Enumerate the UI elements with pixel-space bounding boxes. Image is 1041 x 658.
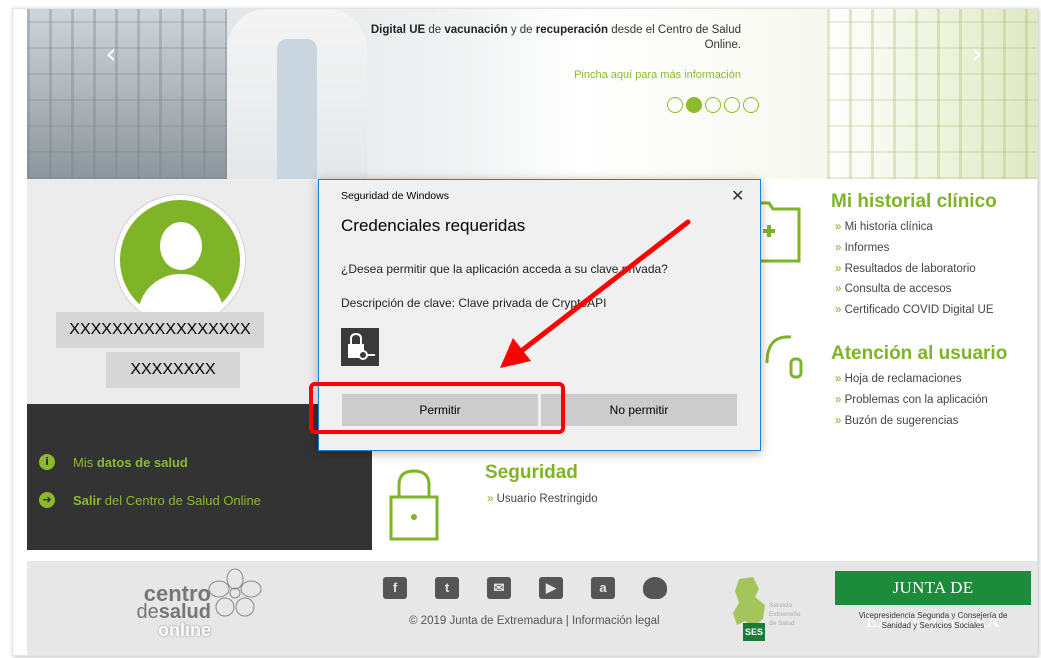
- footer: centro desalud online f t ✉ ▶ a © 2019 J…: [27, 561, 1037, 655]
- historial-link-historia[interactable]: Mi historia clínica: [835, 217, 994, 238]
- carousel-dots: [667, 97, 759, 113]
- avatar: [115, 195, 245, 325]
- ses-badge: SES: [743, 623, 765, 641]
- carousel-dot-5[interactable]: [743, 97, 759, 113]
- historial-links: Mi historia clínica Informes Resultados …: [835, 217, 994, 321]
- email-icon[interactable]: ✉: [487, 577, 511, 599]
- atencion-link-sugerencias[interactable]: Buzón de sugerencias: [835, 411, 988, 432]
- menu-item-logout[interactable]: ➜ Salir del Centro de Salud Online: [39, 492, 261, 508]
- info-icon: i: [39, 454, 55, 470]
- facebook-icon[interactable]: f: [383, 577, 407, 599]
- centro-salud-logo[interactable]: centro desalud online: [101, 583, 212, 640]
- seguridad-title: Seguridad: [485, 462, 578, 483]
- user-surname-redacted: XXXXXXXX: [106, 352, 240, 388]
- youtube-icon[interactable]: ▶: [539, 577, 563, 599]
- historial-link-laboratorio[interactable]: Resultados de laboratorio: [835, 259, 994, 280]
- social-links: f t ✉ ▶ a: [383, 577, 667, 599]
- headset-icon: [765, 335, 803, 379]
- atencion-link-problemas[interactable]: Problemas con la aplicación: [835, 390, 988, 411]
- user-name-redacted: XXXXXXXXXXXXXXXXX: [56, 312, 264, 348]
- atencion-link-reclamaciones[interactable]: Hoja de reclamaciones: [835, 369, 988, 390]
- carousel-next-icon[interactable]: ›: [965, 39, 989, 69]
- seguridad-links: Usuario Restringido: [487, 489, 598, 510]
- android-icon[interactable]: a: [591, 577, 615, 599]
- flower-logo-icon: [208, 568, 262, 617]
- menu-item-label: Salir del Centro de Salud Online: [73, 492, 261, 508]
- carousel-dot-3[interactable]: [705, 97, 721, 113]
- dialog-key-description: Descripción de clave: Clave privada de C…: [341, 296, 607, 310]
- ses-logo[interactable]: SES Servicio Extremeño de Salud: [723, 573, 807, 643]
- menu-item-label: Mis datos de salud: [73, 454, 188, 470]
- junta-subtitle: Vicepresidencia Segunda y Consejería de …: [858, 611, 1008, 630]
- key-lock-icon: [341, 328, 379, 366]
- atencion-title: Atención al usuario: [831, 343, 1008, 364]
- hero-carousel: ‹ › Digital UE de vacunación y de recupe…: [27, 9, 1037, 179]
- dialog-caption: Seguridad de Windows: [341, 190, 449, 202]
- ses-text: Servicio Extremeño de Salud: [769, 602, 801, 627]
- close-icon[interactable]: ✕: [731, 186, 744, 205]
- dialog-question: ¿Desea permitir que la aplicación acceda…: [341, 262, 668, 276]
- copyright-text[interactable]: © 2019 Junta de Extremadura | Informació…: [409, 615, 660, 627]
- hero-more-info-link[interactable]: Pincha aquí para más información: [357, 69, 741, 81]
- historial-link-accesos[interactable]: Consulta de accesos: [835, 279, 994, 300]
- historial-title: Mi historial clínico: [831, 191, 997, 212]
- twitter-icon[interactable]: t: [435, 577, 459, 599]
- apple-icon[interactable]: [643, 577, 667, 599]
- menu-item-health-data[interactable]: i Mis datos de salud: [39, 454, 188, 470]
- deny-button[interactable]: No permitir: [541, 394, 737, 426]
- carousel-prev-icon[interactable]: ‹: [99, 39, 123, 69]
- carousel-dot-2[interactable]: [686, 97, 702, 113]
- historial-link-informes[interactable]: Informes: [835, 238, 994, 259]
- carousel-dot-4[interactable]: [724, 97, 740, 113]
- hero-building-image-right: [827, 9, 1037, 179]
- padlock-icon: [389, 469, 439, 541]
- carousel-dot-1[interactable]: [667, 97, 683, 113]
- avatar-head-icon: [160, 222, 202, 270]
- hero-building-image: [27, 9, 227, 179]
- atencion-links: Hoja de reclamaciones Problemas con la a…: [835, 369, 988, 431]
- logout-icon: ➜: [39, 492, 55, 508]
- annotation-highlight-box: [309, 382, 565, 434]
- hero-doctor-image: [227, 9, 367, 179]
- dialog-title: Credenciales requeridas: [341, 216, 526, 235]
- historial-link-covid[interactable]: Certificado COVID Digital UE: [835, 300, 994, 321]
- junta-logo[interactable]: JUNTA DE EXTREMADURA: [835, 571, 1031, 631]
- seguridad-link-restringido[interactable]: Usuario Restringido: [487, 489, 598, 510]
- hero-text: Digital UE de vacunación y de recuperaci…: [370, 24, 741, 51]
